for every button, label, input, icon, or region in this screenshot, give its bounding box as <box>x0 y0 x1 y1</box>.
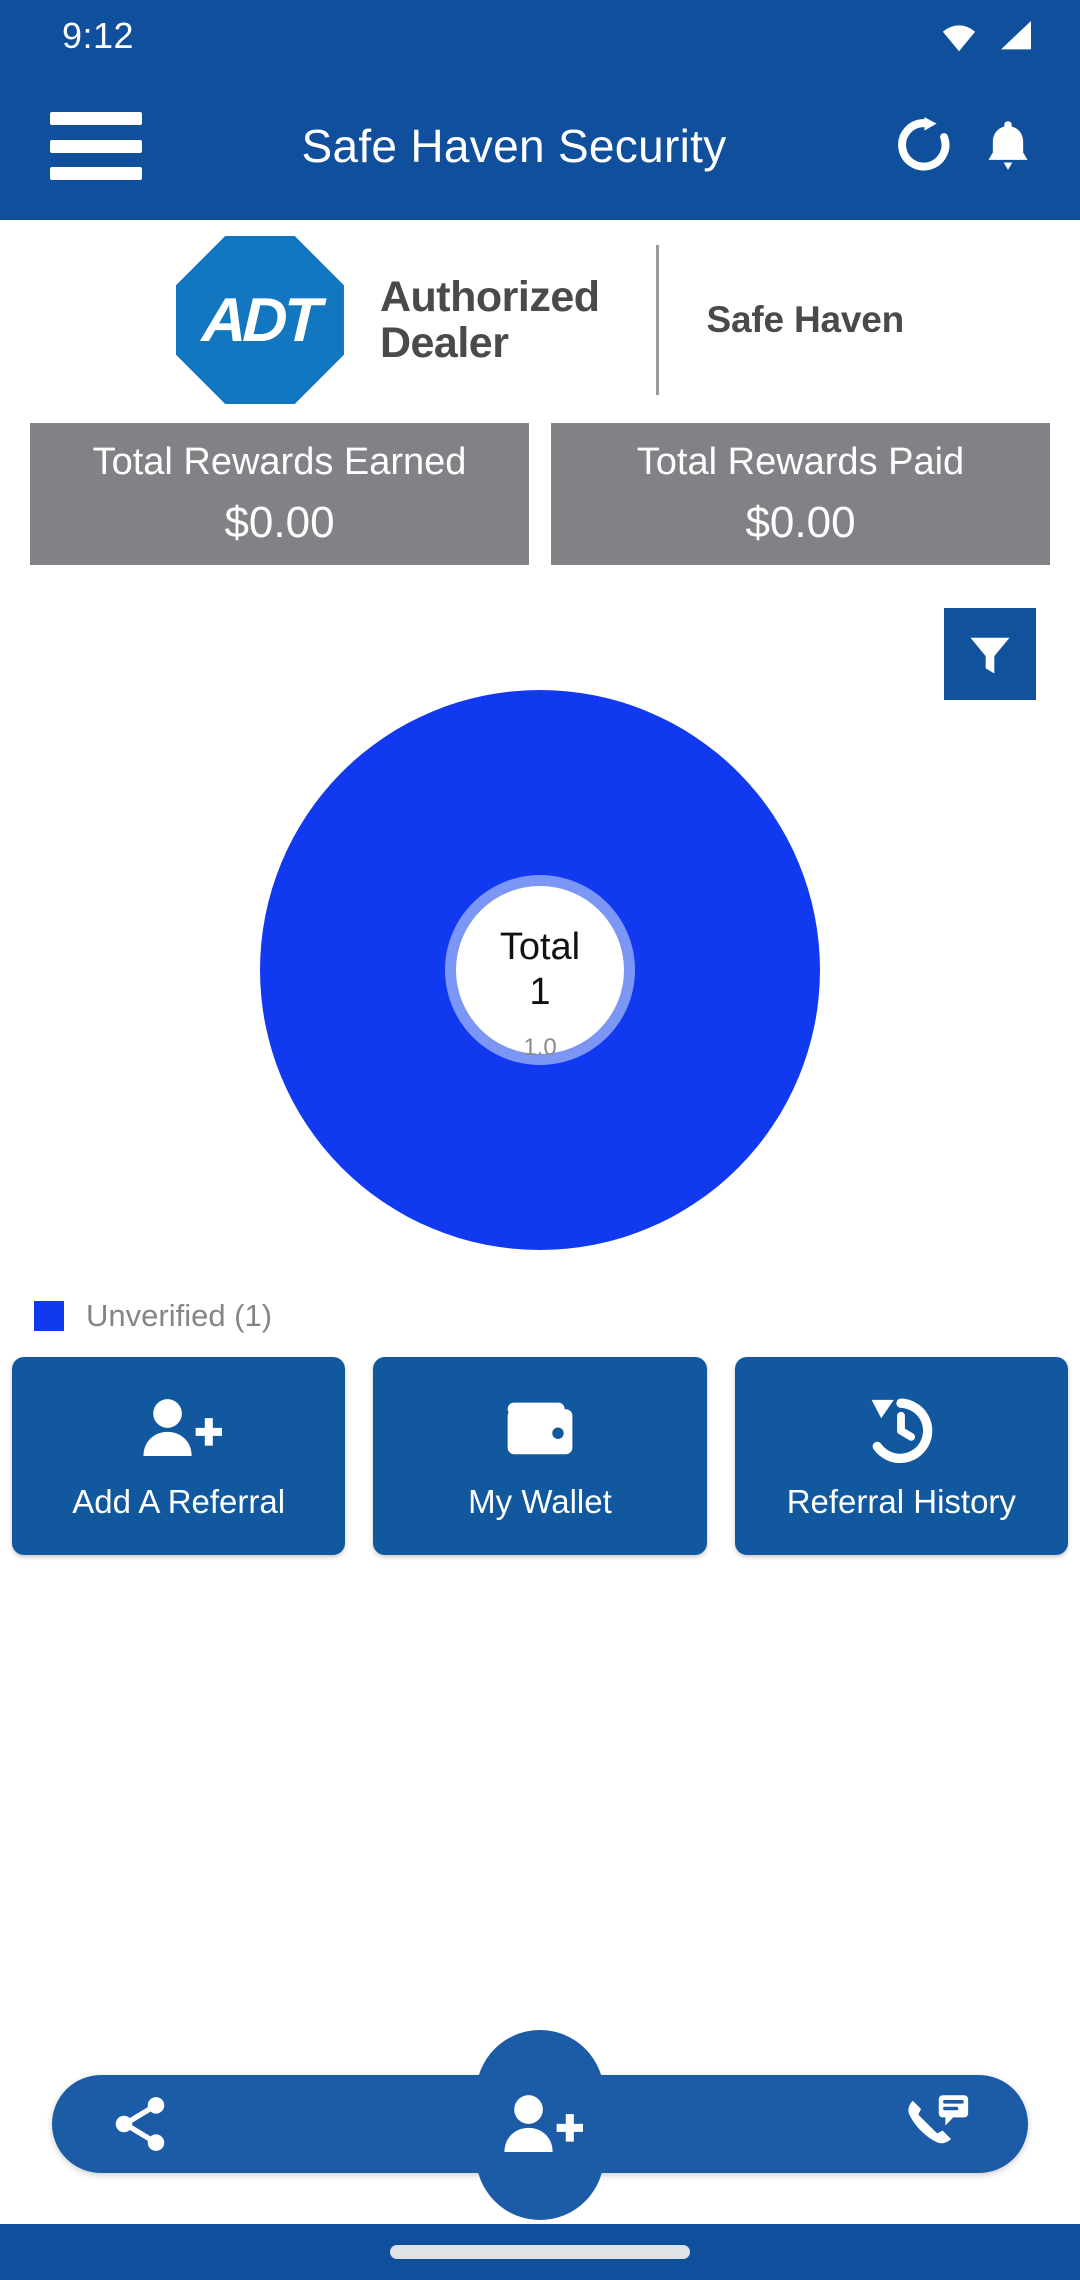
contact-support-button[interactable] <box>900 2090 972 2158</box>
page-title: Safe Haven Security <box>301 120 727 172</box>
home-gesture-handle[interactable] <box>390 2245 690 2259</box>
add-a-referral-button[interactable]: Add A Referral <box>12 1357 346 1555</box>
app-bar: Safe Haven Security <box>0 72 1080 220</box>
person-add-icon <box>136 1391 222 1467</box>
rewards-summary: Total Rewards Earned $0.00 Total Rewards… <box>0 423 1080 565</box>
app-screen: 9:12 Safe Haven Security ADT Authorized … <box>0 0 1080 2280</box>
person-add-icon <box>504 2095 583 2152</box>
pie-slice-unverified[interactable]: Total 1 1.0 <box>260 690 820 1250</box>
total-rewards-paid-card: Total Rewards Paid $0.00 <box>551 423 1050 565</box>
card-title: Total Rewards Paid <box>636 440 965 483</box>
adt-logo-text: ADT <box>201 285 319 355</box>
filter-funnel-icon <box>970 637 1010 674</box>
action-label: Referral History <box>786 1483 1016 1520</box>
card-title: Total Rewards Earned <box>92 440 467 483</box>
quick-actions: Add A Referral My Wallet Referral Histor… <box>0 1357 1080 1555</box>
bell-icon[interactable] <box>982 115 1034 177</box>
my-wallet-button[interactable]: My Wallet <box>373 1357 707 1555</box>
status-time: 9:12 <box>62 15 135 56</box>
status-icon-group <box>938 19 1036 53</box>
filter-row <box>0 608 1080 700</box>
history-clock-icon <box>861 1391 941 1467</box>
donut-center: Total 1 <box>456 886 624 1054</box>
legend-label-unverified: Unverified (1) <box>86 1298 273 1333</box>
chart-legend: Unverified (1) <box>34 1298 272 1334</box>
total-rewards-earned-card: Total Rewards Earned $0.00 <box>30 423 529 565</box>
hamburger-menu-icon[interactable] <box>50 112 142 180</box>
banner-divider <box>655 245 659 395</box>
banner-content: ADT Authorized Dealer Safe Haven <box>175 236 905 404</box>
referral-history-button[interactable]: Referral History <box>734 1357 1068 1555</box>
referral-status-chart: Total 1 1.0 <box>0 690 1080 1290</box>
authorized-dealer-line2: Dealer <box>379 319 509 367</box>
adt-logo-icon: ADT <box>175 236 344 404</box>
wallet-icon <box>499 1391 581 1467</box>
pie-data-label: 1.0 <box>523 1034 557 1061</box>
add-referral-fab[interactable] <box>476 2030 604 2220</box>
authorized-dealer-text: Authorized Dealer <box>379 272 600 367</box>
donut-center-value: 1 <box>529 971 551 1013</box>
filter-button[interactable] <box>944 608 1036 700</box>
legend-swatch-unverified <box>34 1301 64 1331</box>
share-icon[interactable] <box>108 2092 172 2156</box>
action-label: My Wallet <box>468 1483 612 1520</box>
app-bar-actions <box>896 115 1034 177</box>
gesture-navigation-bar <box>0 2224 1080 2280</box>
authorized-dealer-line1: Authorized <box>379 272 600 321</box>
action-label: Add A Referral <box>72 1483 286 1520</box>
wifi-icon <box>942 25 976 52</box>
donut-center-label: Total <box>499 926 581 968</box>
status-bar: 9:12 <box>0 0 1080 72</box>
refresh-icon[interactable] <box>896 115 952 177</box>
cellular-signal-icon <box>1001 21 1031 50</box>
card-value: $0.00 <box>224 497 335 547</box>
safe-haven-brand-text: Safe Haven <box>706 299 905 340</box>
adt-authorized-dealer-banner: ADT Authorized Dealer Safe Haven <box>0 220 1080 420</box>
card-value: $0.00 <box>745 497 856 547</box>
